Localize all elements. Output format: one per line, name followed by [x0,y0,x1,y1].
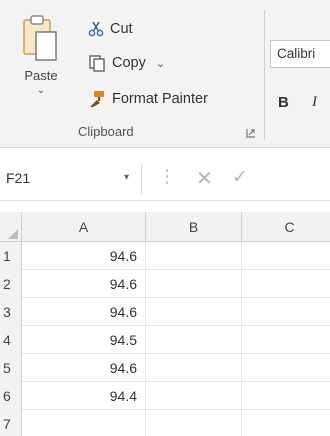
group-divider [264,10,265,140]
name-box-value: F21 [6,170,31,186]
name-box-dropdown-icon[interactable]: ▾ [124,172,129,183]
cell-a4[interactable]: 94.5 [22,326,146,354]
clipboard-group-label: Clipboard [78,124,134,139]
row-header[interactable]: 4 [0,326,22,354]
cell-a1[interactable]: 94.6 [22,242,146,270]
format-painter-button[interactable]: Format Painter [88,86,208,112]
column-header-row: A B C [0,212,330,242]
copy-label: Copy [112,55,146,71]
cell-c2[interactable] [242,270,330,298]
format-painter-label: Format Painter [112,91,208,107]
cell-a7[interactable] [22,410,146,436]
cell-a6[interactable]: 94.4 [22,382,146,410]
row-header[interactable]: 5 [0,354,22,382]
ribbon: Paste ⌄ Cut Copy ⌄ Format Painter Clipbo… [0,0,330,148]
copy-button[interactable]: Copy ⌄ [88,50,165,76]
row-header[interactable]: 7 [0,410,22,436]
copy-icon [89,55,105,72]
table-row: 6 94.4 [0,382,330,410]
cut-label: Cut [110,21,133,37]
cell-b7[interactable] [146,410,242,436]
column-header-c[interactable]: C [242,212,330,242]
select-all-corner[interactable] [0,212,22,242]
name-box[interactable]: F21 ▾ [0,164,142,194]
cell-c4[interactable] [242,326,330,354]
table-row: 3 94.6 [0,298,330,326]
table-row: 1 94.6 [0,242,330,270]
cell-a2[interactable]: 94.6 [22,270,146,298]
spreadsheet-grid: A B C 1 94.6 2 94.6 3 94.6 4 94.5 5 94.6… [0,212,330,436]
paste-button[interactable]: Paste ⌄ [14,14,68,114]
cell-b4[interactable] [146,326,242,354]
cancel-icon[interactable]: ✕ [196,166,213,191]
bold-button[interactable]: B [278,94,289,111]
row-header[interactable]: 2 [0,270,22,298]
font-name-box[interactable]: Calibri [270,40,330,68]
cell-c5[interactable] [242,354,330,382]
column-header-a[interactable]: A [22,212,146,242]
cell-a5[interactable]: 94.6 [22,354,146,382]
row-header[interactable]: 6 [0,382,22,410]
cell-a3[interactable]: 94.6 [22,298,146,326]
scissors-icon [88,21,104,37]
paste-dropdown-icon[interactable]: ⌄ [37,85,45,96]
cell-b5[interactable] [146,354,242,382]
cell-c7[interactable] [242,410,330,436]
cell-c6[interactable] [242,382,330,410]
cell-c1[interactable] [242,242,330,270]
formula-bar: F21 ▾ ⋮ ✕ ✓ [0,160,330,202]
table-row: 7 [0,410,330,436]
cell-c3[interactable] [242,298,330,326]
row-header[interactable]: 1 [0,242,22,270]
cell-b1[interactable] [146,242,242,270]
paste-icon [23,15,57,61]
column-header-b[interactable]: B [146,212,242,242]
table-row: 2 94.6 [0,270,330,298]
italic-button[interactable]: I [312,94,317,111]
cell-b3[interactable] [146,298,242,326]
select-all-icon [8,229,18,239]
cell-b2[interactable] [146,270,242,298]
formula-bar-divider [0,200,330,201]
formula-bar-grip[interactable]: ⋮ [158,166,177,187]
paste-label: Paste [24,68,58,83]
enter-checkmark-icon[interactable]: ✓ [232,166,248,189]
cut-button[interactable]: Cut [88,16,133,42]
clipboard-group: Paste ⌄ Cut Copy ⌄ Format Painter Clipbo… [0,0,264,148]
cell-b6[interactable] [146,382,242,410]
row-header[interactable]: 3 [0,298,22,326]
copy-dropdown-icon[interactable]: ⌄ [156,57,165,70]
table-row: 5 94.6 [0,354,330,382]
format-painter-icon [90,91,104,107]
table-row: 4 94.5 [0,326,330,354]
dialog-launcher-icon[interactable] [246,128,256,138]
